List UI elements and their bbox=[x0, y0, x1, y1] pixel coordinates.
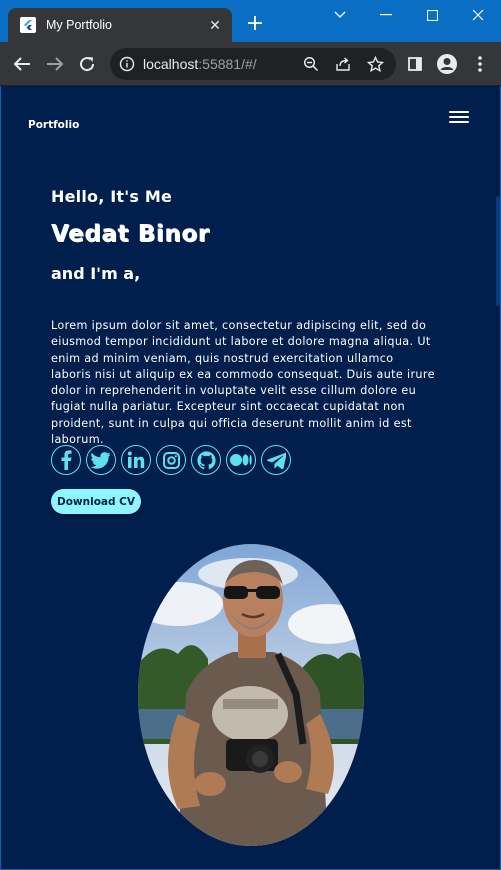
zoom-icon[interactable] bbox=[301, 54, 321, 74]
back-button[interactable] bbox=[8, 50, 36, 78]
scrollbar-thumb[interactable] bbox=[496, 196, 500, 306]
close-window-button[interactable] bbox=[455, 0, 501, 30]
linkedin-icon[interactable] bbox=[121, 445, 151, 475]
medium-icon[interactable] bbox=[226, 445, 256, 475]
brand-logo[interactable]: Portfolio bbox=[28, 119, 79, 131]
url-host: localhost bbox=[143, 56, 199, 72]
page-scrollbar[interactable] bbox=[496, 86, 500, 869]
download-cv-button[interactable]: Download CV bbox=[51, 489, 141, 514]
role-text: and I'm a, bbox=[51, 264, 141, 283]
forward-button[interactable] bbox=[41, 50, 69, 78]
profile-photo bbox=[138, 544, 364, 846]
tab-title: My Portfolio bbox=[46, 18, 112, 32]
maximize-button[interactable] bbox=[409, 0, 455, 30]
owner-name: Vedat Binor bbox=[51, 221, 210, 247]
telegram-icon[interactable] bbox=[261, 445, 291, 475]
more-menu-icon[interactable] bbox=[468, 52, 492, 76]
flutter-icon bbox=[20, 17, 36, 33]
browser-titlebar: My Portfolio ✕ + bbox=[0, 0, 501, 42]
twitter-icon[interactable] bbox=[86, 445, 116, 475]
url-text: localhost:55881/#/ bbox=[143, 56, 257, 72]
hamburger-menu-icon[interactable] bbox=[449, 111, 469, 127]
facebook-icon[interactable] bbox=[51, 445, 81, 475]
share-icon[interactable] bbox=[333, 54, 353, 74]
address-bar[interactable]: localhost:55881/#/ bbox=[110, 48, 396, 80]
greeting-text: Hello, It's Me bbox=[51, 187, 173, 206]
url-path: :55881/#/ bbox=[198, 56, 257, 72]
site-info-icon[interactable] bbox=[119, 56, 135, 72]
minimize-button[interactable] bbox=[363, 0, 409, 30]
browser-tab[interactable]: My Portfolio ✕ bbox=[8, 8, 232, 42]
profile-icon[interactable] bbox=[435, 52, 459, 76]
side-panel-icon[interactable] bbox=[403, 52, 427, 76]
bio-paragraph: Lorem ipsum dolor sit amet, consectetur … bbox=[51, 319, 435, 447]
new-tab-button[interactable]: + bbox=[244, 13, 266, 36]
page-content: Portfolio Hello, It's Me Vedat Binor and… bbox=[1, 86, 500, 869]
tab-search-icon[interactable] bbox=[317, 0, 363, 30]
browser-toolbar: localhost:55881/#/ bbox=[0, 42, 501, 86]
reload-button[interactable] bbox=[73, 50, 101, 78]
close-tab-icon[interactable]: ✕ bbox=[206, 16, 224, 34]
social-links bbox=[51, 445, 291, 475]
instagram-icon[interactable] bbox=[156, 445, 186, 475]
github-icon[interactable] bbox=[191, 445, 221, 475]
bookmark-star-icon[interactable] bbox=[365, 54, 385, 74]
